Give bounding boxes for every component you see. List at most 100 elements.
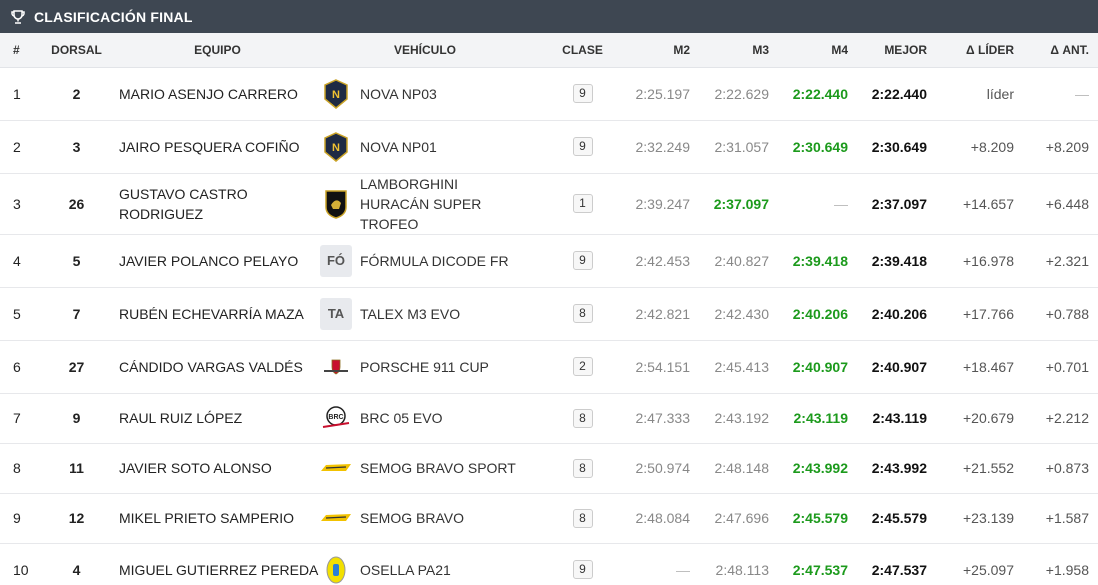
delta-prev: +2.321 bbox=[1023, 234, 1098, 288]
nova-logo-icon: N bbox=[320, 78, 352, 110]
table-row[interactable]: 6 27 CÁNDIDO VARGAS VALDÉS PORSCHE 911 CUP 2… bbox=[0, 340, 1098, 394]
col-pos-header[interactable]: # bbox=[0, 33, 38, 68]
vehicle-name: NOVA NP01 bbox=[360, 138, 437, 155]
lap-m3: 2:37.097 bbox=[699, 173, 778, 235]
dorsal: 11 bbox=[38, 443, 115, 494]
vehicle-name: FÓRMULA DICODE FR bbox=[360, 252, 509, 269]
class-badge: 8 bbox=[572, 508, 593, 528]
team-name: JAVIER POLANCO PELAYO bbox=[115, 234, 320, 288]
team-name: CÁNDIDO VARGAS VALDÉS bbox=[115, 340, 320, 394]
col-vehicle-header[interactable]: VEHÍCULO bbox=[320, 33, 530, 68]
dorsal: 26 bbox=[38, 173, 115, 235]
table-row[interactable]: 7 9 RAUL RUIZ LÓPEZ BRC BRC 05 EVO 8 2:47.333 2… bbox=[0, 393, 1098, 444]
table-row[interactable]: 3 26 GUSTAVO CASTRO RODRIGUEZ LAMBORGHINI H… bbox=[0, 173, 1098, 235]
lap-m3: 2:42.430 bbox=[699, 287, 778, 341]
class-badge: 2 bbox=[572, 357, 593, 376]
porsche-logo-icon bbox=[320, 351, 352, 383]
class-cell: 2 bbox=[530, 340, 620, 394]
position: 9 bbox=[0, 493, 38, 544]
lap-m2: 2:42.821 bbox=[620, 287, 699, 341]
class-badge: 1 bbox=[572, 194, 593, 213]
best-time: 2:45.579 bbox=[857, 493, 936, 544]
best-time: 2:43.119 bbox=[857, 393, 936, 444]
title-bar: CLASIFICACIÓN FINAL bbox=[0, 0, 1098, 33]
best-time: 2:40.206 bbox=[857, 287, 936, 341]
position: 10 bbox=[0, 543, 38, 585]
semog-logo-icon bbox=[320, 452, 352, 484]
svg-text:BRC: BRC bbox=[328, 414, 343, 421]
class-cell: 8 bbox=[530, 493, 620, 544]
lap-m3: 2:48.148 bbox=[699, 443, 778, 494]
delta-prev: +8.209 bbox=[1023, 120, 1098, 174]
best-time: 2:40.907 bbox=[857, 340, 936, 394]
lap-m2: 2:39.247 bbox=[620, 173, 699, 235]
vehicle-name: TALEX M3 EVO bbox=[360, 305, 461, 322]
table-row[interactable]: 8 11 JAVIER SOTO ALONSO SEMOG BRAVO SPORT 8 2… bbox=[0, 443, 1098, 494]
delta-prev: +6.448 bbox=[1023, 173, 1098, 235]
col-m4-header[interactable]: M4 bbox=[778, 33, 857, 68]
delta-prev: +2.212 bbox=[1023, 393, 1098, 444]
delta-leader: +16.978 bbox=[936, 234, 1023, 288]
col-delta-prev-header[interactable]: Δ ANT. bbox=[1023, 33, 1098, 68]
trophy-icon bbox=[10, 9, 26, 25]
nova-logo-icon: N bbox=[320, 131, 352, 163]
position: 7 bbox=[0, 393, 38, 444]
position: 5 bbox=[0, 287, 38, 341]
table-row[interactable]: 2 3 JAIRO PESQUERA COFIÑO N NOVA NP01 9 2:32.2… bbox=[0, 120, 1098, 174]
lap-m3: 2:45.413 bbox=[699, 340, 778, 394]
position: 4 bbox=[0, 234, 38, 288]
vehicle-cell: TA TALEX M3 EVO bbox=[320, 287, 530, 341]
lap-m4: 2:47.537 bbox=[778, 543, 857, 585]
lap-m2: 2:47.333 bbox=[620, 393, 699, 444]
dorsal: 7 bbox=[38, 287, 115, 341]
vehicle-name: SEMOG BRAVO SPORT bbox=[360, 460, 516, 476]
best-time: 2:43.992 bbox=[857, 443, 936, 494]
vehicle-logo: TA bbox=[320, 297, 352, 330]
lap-m2: 2:25.197 bbox=[620, 67, 699, 121]
class-cell: 1 bbox=[530, 173, 620, 235]
position: 1 bbox=[0, 67, 38, 121]
lap-m4: 2:43.992 bbox=[778, 443, 857, 494]
col-class-header[interactable]: CLASE bbox=[530, 33, 620, 68]
lap-m3: 2:31.057 bbox=[699, 120, 778, 174]
class-badge: 9 bbox=[572, 84, 593, 103]
team-name: RUBÉN ECHEVARRÍA MAZA bbox=[115, 287, 320, 341]
osella-logo-icon bbox=[320, 554, 352, 585]
position: 8 bbox=[0, 443, 38, 494]
vehicle-cell: SEMOG BRAVO SPORT bbox=[320, 443, 530, 494]
col-dorsal-header[interactable]: DORSAL bbox=[38, 33, 115, 68]
delta-prev: +0.701 bbox=[1023, 340, 1098, 394]
lap-m4: 2:40.206 bbox=[778, 287, 857, 341]
col-m3-header[interactable]: M3 bbox=[699, 33, 778, 68]
lap-m4: 2:30.649 bbox=[778, 120, 857, 174]
vehicle-cell: OSELLA PA21 bbox=[320, 543, 530, 585]
col-team-header[interactable]: EQUIPO bbox=[115, 33, 320, 68]
vehicle-cell: LAMBORGHINI HURACÁN SUPER TROFEO bbox=[320, 173, 530, 235]
position: 6 bbox=[0, 340, 38, 394]
svg-text:N: N bbox=[332, 89, 340, 101]
best-time: 2:37.097 bbox=[857, 173, 936, 235]
lap-m4: 2:39.418 bbox=[778, 234, 857, 288]
lap-m4: 2:22.440 bbox=[778, 67, 857, 121]
lap-m3: 2:40.827 bbox=[699, 234, 778, 288]
col-m2-header[interactable]: M2 bbox=[620, 33, 699, 68]
delta-leader: +14.657 bbox=[936, 173, 1023, 235]
table-row[interactable]: 1 2 MARIO ASENJO CARRERO N NOVA NP03 9 2:25.19… bbox=[0, 67, 1098, 121]
delta-leader: +25.097 bbox=[936, 543, 1023, 585]
delta-leader: +18.467 bbox=[936, 340, 1023, 394]
table-row[interactable]: 9 12 MIKEL PRIETO SAMPERIO SEMOG BRAVO 8 2:48… bbox=[0, 493, 1098, 544]
dorsal: 3 bbox=[38, 120, 115, 174]
lap-m3: 2:47.696 bbox=[699, 493, 778, 544]
table-row[interactable]: 10 4 MIGUEL GUTIERREZ PEREDA OSELLA PA21 9—2… bbox=[0, 543, 1098, 585]
delta-prev: +0.873 bbox=[1023, 443, 1098, 494]
lap-m3: 2:43.192 bbox=[699, 393, 778, 444]
vehicle-cell: PORSCHE 911 CUP bbox=[320, 340, 530, 394]
table-row[interactable]: 4 5 JAVIER POLANCO PELAYO FÓ FÓRMULA DICODE … bbox=[0, 234, 1098, 288]
table-row[interactable]: 5 7 RUBÉN ECHEVARRÍA MAZA TA TALEX M3 EVO 8 2:… bbox=[0, 287, 1098, 341]
col-best-header[interactable]: MEJOR bbox=[857, 33, 936, 68]
delta-prev: +1.958 bbox=[1023, 543, 1098, 585]
vehicle-cell: SEMOG BRAVO bbox=[320, 493, 530, 544]
dorsal: 12 bbox=[38, 493, 115, 544]
col-delta-leader-header[interactable]: Δ LÍDER bbox=[936, 33, 1023, 68]
class-badge: 8 bbox=[572, 304, 593, 323]
